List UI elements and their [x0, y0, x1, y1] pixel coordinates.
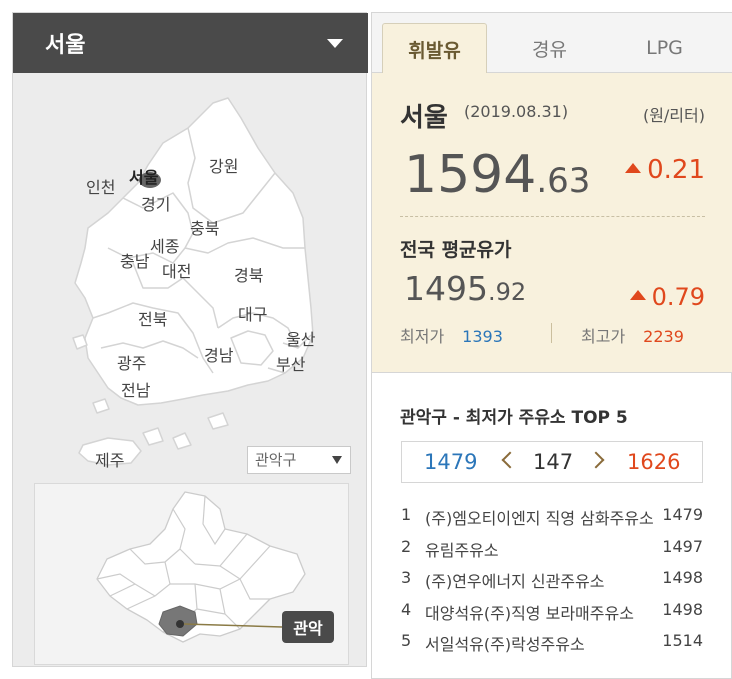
- province-gangwon[interactable]: 강원: [209, 153, 238, 177]
- max-label: 최고가: [581, 327, 626, 346]
- price-integer: 1594: [404, 145, 537, 205]
- max-value: 2239: [643, 327, 684, 346]
- province-daejeon[interactable]: 대전: [162, 258, 191, 282]
- district-select-value: 관악구: [255, 451, 297, 469]
- province-chungnam[interactable]: 충남: [120, 248, 149, 272]
- station-row[interactable]: 5 서일석유(주)락성주유소 1514: [401, 627, 703, 659]
- region-dropdown[interactable]: 서울: [13, 13, 368, 73]
- province-gyeongnam[interactable]: 경남: [204, 342, 233, 366]
- price-range-nav: 1479 147 1626: [401, 441, 703, 483]
- station-name: (주)연우에너지 신관주유소: [425, 572, 605, 591]
- region-dropdown-label: 서울: [45, 33, 86, 58]
- province-incheon[interactable]: 인천: [86, 174, 115, 198]
- island-shape: [172, 432, 192, 450]
- range-min: 1479: [424, 450, 478, 474]
- range-max: 1626: [627, 450, 681, 474]
- separator: [551, 323, 552, 343]
- district-select[interactable]: 관악구: [247, 446, 351, 474]
- province-busan[interactable]: 부산: [276, 351, 305, 375]
- seoul-outline: [96, 491, 306, 643]
- island-shape: [207, 412, 229, 430]
- district-marker-dot: [176, 620, 184, 628]
- region-price-change: 0.21: [625, 155, 705, 185]
- province-jeonnam[interactable]: 전남: [121, 377, 150, 401]
- station-row[interactable]: 2 유림주유소 1497: [401, 533, 703, 565]
- region-average-price: 1594.63: [404, 145, 590, 205]
- station-rank: 3: [401, 568, 412, 587]
- station-row[interactable]: 4 대양석유(주)직영 보라매주유소 1498: [401, 596, 703, 628]
- station-list: 1 (주)엠오티이엔지 직영 삼화주유소 1479 2 유림주유소 1497 3…: [401, 501, 703, 659]
- min-value: 1393: [462, 327, 503, 346]
- station-name: 유림주유소: [425, 540, 499, 560]
- national-price-integer: 1495: [404, 269, 488, 308]
- chevron-right-icon[interactable]: [587, 451, 605, 469]
- arrow-up-icon: [629, 290, 646, 300]
- korea-map: 인천 서울 경기 강원 충북 세종 충남 대전 경북 전북 대구 울산 경남 부…: [13, 73, 368, 488]
- province-jeju[interactable]: 제주: [95, 447, 124, 471]
- top5-title: 관악구 - 최저가 주유소 TOP 5: [400, 408, 628, 428]
- province-seoul[interactable]: 서울: [129, 164, 158, 188]
- chevron-left-icon[interactable]: [501, 451, 519, 469]
- price-date: (2019.08.31): [464, 102, 569, 121]
- price-panel: 휘발유 경유 LPG 서울 (2019.08.31) (원/리터) 1594.6…: [371, 12, 732, 679]
- station-price: 1497: [662, 536, 703, 556]
- price-unit: (원/리터): [642, 106, 705, 125]
- province-sejong[interactable]: 세종: [150, 233, 179, 257]
- province-gyeonggi[interactable]: 경기: [141, 191, 170, 215]
- national-change-value: 0.79: [651, 283, 705, 311]
- tab-lpg[interactable]: LPG: [612, 23, 717, 73]
- province-gwangju[interactable]: 광주: [117, 350, 146, 374]
- station-rank: 1: [401, 505, 412, 524]
- station-row[interactable]: 1 (주)엠오티이엔지 직영 삼화주유소 1479: [401, 501, 703, 533]
- station-rank: 5: [401, 631, 412, 650]
- island-shape: [92, 398, 110, 414]
- province-ulsan[interactable]: 울산: [286, 326, 315, 350]
- price-region-title: 서울: [400, 103, 448, 133]
- station-rank: 2: [401, 536, 412, 556]
- station-name: (주)엠오티이엔지 직영 삼화주유소: [425, 509, 654, 528]
- price-decimal: .63: [536, 161, 591, 201]
- divider: [400, 216, 705, 217]
- national-max: 최고가 2239: [581, 323, 684, 347]
- province-jeonbuk[interactable]: 전북: [138, 306, 167, 330]
- station-price: 1498: [662, 568, 703, 587]
- national-average-title: 전국 평균유가: [400, 239, 512, 261]
- station-rank: 4: [401, 599, 412, 619]
- national-min: 최저가 1393: [400, 323, 503, 347]
- station-name: 대양석유(주)직영 보라매주유소: [425, 603, 634, 623]
- seoul-district-map: 관악: [34, 483, 349, 665]
- caret-down-icon: [327, 39, 343, 48]
- province-gyeongbuk[interactable]: 경북: [234, 262, 263, 286]
- province-chungbuk[interactable]: 충북: [190, 215, 219, 239]
- price-summary: 서울 (2019.08.31) (원/리터) 1594.63 0.21 전국 평…: [372, 73, 732, 373]
- national-average-price: 1495.92: [404, 269, 526, 308]
- station-name: 서일석유(주)락성주유소: [425, 635, 585, 654]
- min-label: 최저가: [400, 327, 445, 346]
- tab-diesel[interactable]: 경유: [497, 23, 602, 73]
- national-price-change: 0.79: [629, 283, 705, 311]
- province-daegu[interactable]: 대구: [238, 301, 267, 325]
- island-shape: [142, 427, 164, 446]
- station-price: 1498: [662, 599, 703, 619]
- district-tag: 관악: [282, 611, 334, 643]
- region-panel: 서울 인천 서울 경기 강원 충북 세종 충남 대전 경북 전북 대구 울산 경…: [12, 12, 368, 667]
- station-price: 1479: [662, 505, 703, 524]
- range-count: 147: [533, 450, 574, 474]
- national-price-decimal: .92: [487, 278, 527, 306]
- fuel-tabs: 휘발유 경유 LPG: [372, 13, 732, 74]
- triangle-down-icon: [332, 456, 342, 464]
- station-row[interactable]: 3 (주)연우에너지 신관주유소 1498: [401, 564, 703, 596]
- arrow-up-icon: [625, 162, 642, 173]
- tab-gasoline[interactable]: 휘발유: [382, 23, 487, 74]
- station-price: 1514: [662, 631, 703, 650]
- region-change-value: 0.21: [647, 155, 705, 185]
